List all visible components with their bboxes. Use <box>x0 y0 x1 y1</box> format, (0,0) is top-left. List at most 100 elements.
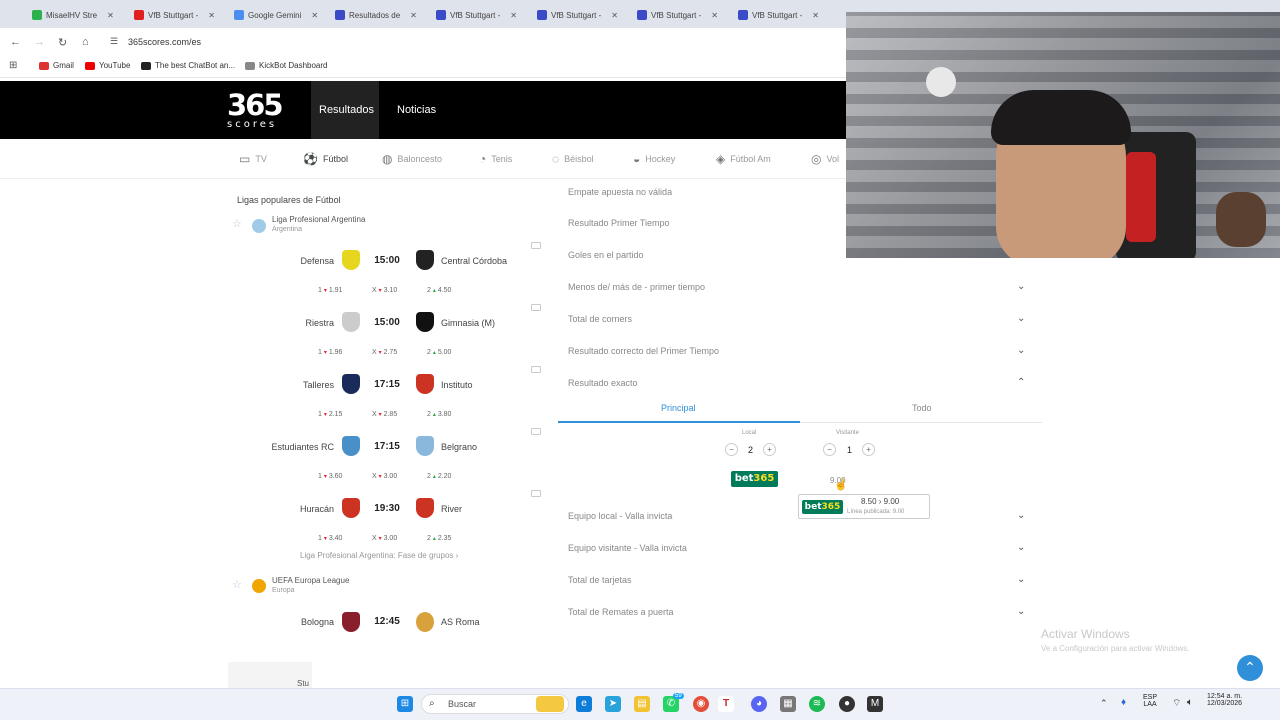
odd-away[interactable]: 2 ▴ 5.00 <box>427 349 451 356</box>
volume-icon[interactable]: 🔈︎ <box>1187 697 1193 708</box>
site-logo[interactable]: 365 scores <box>227 90 299 130</box>
bookmark-chatbot[interactable]: The best ChatBot an... <box>141 61 235 70</box>
tab-todo[interactable]: Todo <box>912 403 932 413</box>
away-team: Instituto <box>441 380 473 390</box>
nav-noticias[interactable]: Noticias <box>397 104 436 116</box>
odd-home[interactable]: 1 ▾ 2.15 <box>318 411 342 418</box>
visitor-plus-button[interactable]: + <box>862 443 875 456</box>
chevron-down-icon[interactable]: ⌄ <box>1017 542 1025 553</box>
odd-home[interactable]: 1 ▾ 3.40 <box>318 535 342 542</box>
bookmark-gmail[interactable]: Gmail <box>39 61 74 70</box>
star-icon[interactable]: ☆ <box>232 217 242 230</box>
close-icon[interactable]: ✕ <box>311 11 318 20</box>
chevron-down-icon[interactable]: ⌄ <box>1017 574 1025 585</box>
odd-home[interactable]: 1 ▾ 1.96 <box>318 349 342 356</box>
nav-resultados[interactable]: Resultados <box>319 104 374 116</box>
bookmark-kickbot[interactable]: KickBot Dashboard <box>245 61 327 70</box>
spotify-icon[interactable]: ≋ <box>809 696 825 712</box>
forward-icon[interactable]: → <box>34 36 45 48</box>
close-icon[interactable]: ✕ <box>410 11 417 20</box>
m-app-icon[interactable]: M <box>867 696 883 712</box>
sport-futbol[interactable]: ⚽ Fútbol <box>303 152 348 166</box>
language-indicator[interactable]: ESP LAA <box>1143 694 1157 708</box>
chevron-down-icon[interactable]: ⌄ <box>1017 606 1025 617</box>
star-icon[interactable]: ☆ <box>232 578 242 591</box>
edge-icon[interactable]: e <box>576 696 592 712</box>
close-icon[interactable]: ✕ <box>611 11 618 20</box>
bookmark-youtube[interactable]: YouTube <box>85 61 130 70</box>
scroll-top-button[interactable]: ⌃ <box>1237 655 1263 681</box>
discord-icon[interactable]: ◕ <box>751 696 767 712</box>
wifi-icon[interactable]: ⌔ <box>1172 697 1181 710</box>
away-team: Central Córdoba <box>441 256 508 266</box>
odd-draw[interactable]: X ▾ 2.85 <box>372 411 397 418</box>
odd-away[interactable]: 2 ▴ 2.20 <box>427 473 451 480</box>
browser-tab-5[interactable]: VfB Stuttgart - ✕ <box>436 6 528 24</box>
close-icon[interactable]: ✕ <box>107 11 114 20</box>
chevron-down-icon[interactable]: ⌄ <box>1017 510 1025 521</box>
browser-tab-3[interactable]: Google Gemini ✕ <box>234 6 326 24</box>
chevron-down-icon[interactable]: ⌄ <box>1017 345 1025 356</box>
microphone-icon[interactable]: ♦ <box>1121 697 1126 708</box>
sport-hockey[interactable]: ◒ Hockey <box>633 152 675 166</box>
chevron-up-icon[interactable]: ⌃ <box>1100 698 1108 709</box>
stats-icon[interactable] <box>531 366 541 373</box>
folder-icon[interactable]: ▤ <box>634 696 650 712</box>
close-icon[interactable]: ✕ <box>510 11 517 20</box>
sport-tenis[interactable]: ◔ Tenis <box>479 152 512 166</box>
sport-beisbol[interactable]: ◌ Béisbol <box>552 152 594 166</box>
odd-away[interactable]: 2 ▴ 2.35 <box>427 535 451 542</box>
reload-icon[interactable]: ↻ <box>58 36 67 49</box>
site-info-icon[interactable]: ☰ <box>110 36 118 47</box>
odd-draw[interactable]: X ▾ 3.00 <box>372 473 397 480</box>
stats-icon[interactable] <box>531 490 541 497</box>
local-minus-button[interactable]: − <box>725 443 738 456</box>
odd-home[interactable]: 1 ▾ 1.91 <box>318 287 342 294</box>
back-icon[interactable]: ← <box>10 36 21 48</box>
chevron-down-icon[interactable]: ⌄ <box>1017 313 1025 324</box>
browser-tab-2[interactable]: VfB Stuttgart - ✕ <box>134 6 226 24</box>
chevron-up-icon[interactable]: ⌃ <box>1017 377 1025 388</box>
url-field[interactable]: 365scores.com/es <box>128 37 201 47</box>
telegram-icon[interactable]: ➤ <box>605 696 621 712</box>
close-icon[interactable]: ✕ <box>812 11 819 20</box>
odd-home[interactable]: 1 ▾ 3.60 <box>318 473 342 480</box>
odd-draw[interactable]: X ▾ 3.00 <box>372 535 397 542</box>
calculator-icon[interactable]: ▦ <box>780 696 796 712</box>
odd-draw[interactable]: X ▾ 3.10 <box>372 287 397 294</box>
browser-tab-1[interactable]: MisaelHV Stre ✕ <box>32 6 124 24</box>
chrome-icon[interactable]: ◉ <box>693 696 709 712</box>
visitor-minus-button[interactable]: − <box>823 443 836 456</box>
odd-away[interactable]: 2 ▴ 4.50 <box>427 287 451 294</box>
tab-divider <box>800 422 1042 423</box>
sport-futbol-am[interactable]: ◈ Fútbol Am <box>716 152 771 166</box>
close-icon[interactable]: ✕ <box>208 11 215 20</box>
tab-principal[interactable]: Principal <box>661 403 696 413</box>
odd-draw[interactable]: X ▾ 2.75 <box>372 349 397 356</box>
local-plus-button[interactable]: + <box>763 443 776 456</box>
odd-away[interactable]: 2 ▴ 3.80 <box>427 411 451 418</box>
sport-baloncesto[interactable]: ◍ Baloncesto <box>382 152 442 166</box>
close-icon[interactable]: ✕ <box>711 11 718 20</box>
home-icon[interactable]: ⌂ <box>82 36 89 48</box>
league-europa[interactable]: UEFA Europa League Europa <box>272 576 349 594</box>
tennis-icon: ◔ <box>479 152 487 166</box>
start-icon[interactable]: ⊞ <box>397 696 413 712</box>
stats-icon[interactable] <box>531 304 541 311</box>
league-argentina[interactable]: Liga Profesional Argentina Argentina <box>272 215 365 233</box>
chevron-down-icon[interactable]: ⌄ <box>1017 281 1025 292</box>
bet365-logo[interactable]: bet365 <box>731 471 778 487</box>
browser-tab-8[interactable]: VfB Stuttgart - ✕ <box>738 6 838 24</box>
league-link[interactable]: Liga Profesional Argentina: Fase de grup… <box>300 551 458 560</box>
stats-icon[interactable] <box>531 428 541 435</box>
sport-voleibol[interactable]: ◎ Vol <box>811 152 839 166</box>
browser-tab-4[interactable]: Resultados de ✕ <box>335 6 427 24</box>
sport-tv[interactable]: ▭ TV <box>239 152 267 166</box>
text-app-icon[interactable]: T <box>718 696 734 712</box>
clock[interactable]: 12:54 a. m. 12/03/2026 <box>1207 693 1242 707</box>
obs-icon[interactable]: ● <box>839 696 855 712</box>
browser-tab-6[interactable]: VfB Stuttgart - ✕ <box>537 6 629 24</box>
apps-icon[interactable]: ⊞ <box>9 60 17 71</box>
browser-tab-7[interactable]: VfB Stuttgart - ✕ <box>637 6 729 24</box>
stats-icon[interactable] <box>531 242 541 249</box>
